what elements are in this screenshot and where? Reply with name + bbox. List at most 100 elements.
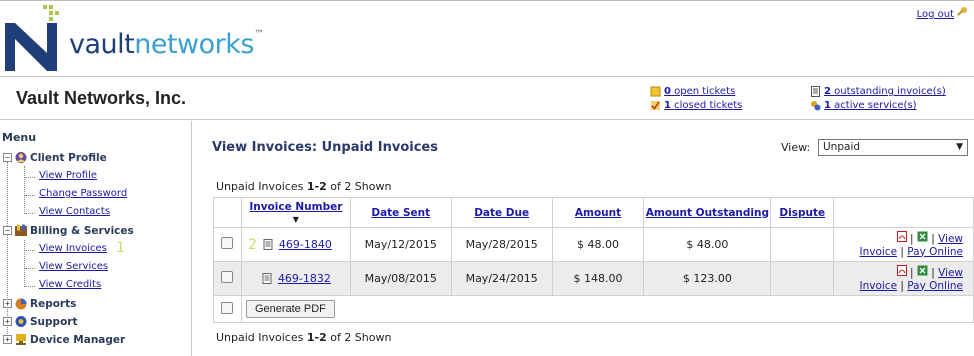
actions-cell: | | View Invoice | Pay Online [833,227,974,262]
view-invoice-link[interactable]: Invoice [860,280,898,292]
active-services-link[interactable]: 1 active service(s) [824,100,917,111]
invoice-number-link[interactable]: 469-1840 [279,238,332,251]
view-invoice-link[interactable]: Invoice [860,246,898,258]
amount-cell: $ 148.00 [551,261,645,296]
header-dispute[interactable]: Dispute [770,197,835,228]
outstanding-invoices-link[interactable]: 2 outstanding invoice(s) [824,86,946,97]
open-tickets-link[interactable]: 0 open tickets [664,86,735,97]
separator: | [909,266,914,279]
sidebar-item-view-profile[interactable]: View Profile [39,170,97,181]
logo-n-mark [5,5,59,71]
dispute-cell [770,227,835,262]
active-services-stat: 1 active service(s) [810,100,917,111]
tree-branch [25,268,35,269]
actions-cell: | | View Invoice | Pay Online [833,261,974,296]
excel-icon[interactable] [917,265,928,276]
reports-icon [15,298,27,310]
select-all-checkbox[interactable] [221,301,234,314]
ticket-icon [650,86,661,97]
date-due-cell: May/24/2015 [450,261,553,296]
tree-branch [25,286,35,287]
dispute-cell [770,261,835,296]
invoice-doc-icon [263,239,273,250]
header-date-sent[interactable]: Date Sent [349,197,452,228]
sort-date-sent[interactable]: Date Sent [371,207,430,219]
menu-reports[interactable]: + Reports [3,297,76,310]
separator: | [900,245,904,258]
pdf-icon[interactable] [896,230,907,242]
expand-icon[interactable]: + [3,299,12,308]
invoice-doc-icon [262,273,272,284]
row-checkbox[interactable] [221,271,234,283]
pay-online-link[interactable]: Pay Online [907,280,963,292]
pay-online-link[interactable]: Pay Online [907,246,963,258]
menu-client-profile[interactable]: − Client Profile [3,151,107,164]
table-row: 2 469-1840 May/12/2015 May/28/2015 $ 48.… [213,227,974,262]
date-sent-cell: May/08/2015 [349,261,452,296]
company-name: Vault Networks, Inc. [16,88,187,108]
menu-support[interactable]: + Support [3,315,77,328]
header-actions [833,197,974,228]
sidebar-item-change-password[interactable]: Change Password [39,188,127,199]
marker-2: 2 [247,236,257,253]
tree-line [24,166,25,214]
invoice-number-link[interactable]: 469-1832 [278,272,331,285]
sidebar-item-view-invoices[interactable]: View Invoices [39,243,107,254]
sort-desc-icon: ▼ [292,214,299,224]
closed-tickets-link[interactable]: 1 closed tickets [664,100,742,111]
table-footer-row: Generate PDF [213,295,974,323]
header-date-due[interactable]: Date Due [450,197,553,228]
client-profile-icon [15,152,27,163]
device-manager-icon [16,334,26,345]
table-header: Invoice Number ▼ Date Sent Date Due Amoun… [213,197,974,228]
outstanding-cell: $ 123.00 [643,261,772,296]
dropdown-arrow-icon: ▼ [956,142,963,152]
view-select[interactable]: Unpaid ▼ [818,139,968,156]
header-amount[interactable]: Amount [551,197,645,228]
collapse-icon[interactable]: − [3,226,12,235]
view-label: View: [781,141,811,154]
view-invoice-link[interactable]: View [938,267,963,279]
sort-invoice-number[interactable]: Invoice Number [249,201,342,213]
menu-billing-services[interactable]: − Billing & Services [3,224,134,237]
checkmark-icon [651,101,660,110]
table-row: 469-1832 May/08/2015 May/24/2015 $ 148.0… [213,261,974,296]
pdf-icon[interactable] [896,264,907,276]
sort-amount[interactable]: Amount [575,207,621,219]
menu-device-manager[interactable]: + Device Manager [3,333,125,346]
expand-icon[interactable]: + [3,335,12,344]
closed-tickets-stat: 1 closed tickets [650,100,742,111]
header-amount-outstanding[interactable]: Amount Outstanding [643,197,772,228]
services-icon [811,101,821,111]
expand-icon[interactable]: + [3,317,12,326]
invoices-table: Invoice Number ▼ Date Sent Date Due Amoun… [213,197,974,323]
sort-date-due[interactable]: Date Due [474,207,529,219]
sidebar-item-view-services[interactable]: View Services [39,261,108,272]
tree-branch [25,177,35,178]
generate-pdf-button[interactable]: Generate PDF [245,300,335,318]
separator: | [931,232,935,245]
sort-amount-outstanding[interactable]: Amount Outstanding [646,207,769,219]
vaultnetworks-logo: vaultnetworks™ [3,3,293,73]
count-top: Unpaid Invoices 1-2 of 2 Shown [216,180,392,193]
sidebar-item-view-credits[interactable]: View Credits [39,279,101,290]
sort-dispute[interactable]: Dispute [779,207,825,219]
billing-icon [15,224,27,236]
open-tickets-stat: 0 open tickets [650,86,735,97]
page-title: View Invoices: Unpaid Invoices [212,140,438,155]
header-invoice-number[interactable]: Invoice Number ▼ [240,197,351,228]
outstanding-cell: $ 48.00 [643,227,772,262]
logout-link[interactable]: Log out [917,9,954,20]
excel-icon[interactable] [917,231,928,242]
count-bottom: Unpaid Invoices 1-2 of 2 Shown [216,331,392,344]
collapse-icon[interactable]: − [3,153,12,162]
amount-cell: $ 48.00 [551,227,645,262]
support-icon [15,316,27,327]
tree-branch [25,213,35,214]
separator: | [900,279,904,292]
tree-branch [25,250,35,251]
row-checkbox[interactable] [221,237,234,249]
sidebar-item-view-contacts[interactable]: View Contacts [39,206,110,217]
separator: | [909,232,914,245]
view-invoice-link[interactable]: View [938,233,963,245]
